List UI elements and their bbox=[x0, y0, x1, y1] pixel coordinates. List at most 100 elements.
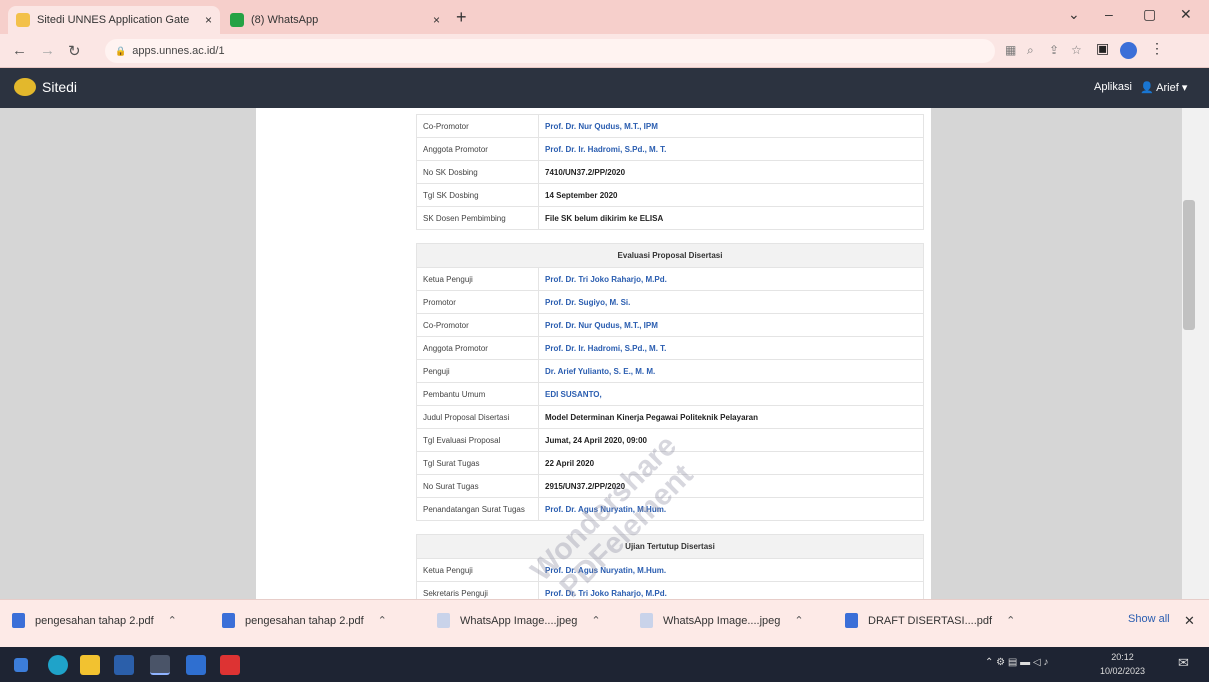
browser-tab-strip: Sitedi UNNES Application Gate × (8) What… bbox=[0, 0, 1209, 34]
detail-table: Co-Promotor Prof. Dr. Nur Qudus, M.T., IP… bbox=[416, 114, 924, 599]
field-label: Sekretaris Penguji bbox=[416, 581, 539, 599]
chevron-up-icon[interactable]: ⌃ bbox=[794, 614, 803, 627]
caret-down-icon: ▾ bbox=[1181, 82, 1188, 94]
field-label: Penguji bbox=[416, 359, 539, 383]
download-item[interactable]: WhatsApp Image....jpeg ⌃ bbox=[640, 613, 804, 628]
chevron-up-icon[interactable]: ⌃ bbox=[591, 614, 600, 627]
chevron-up-icon[interactable]: ⌃ bbox=[168, 614, 177, 627]
field-value: Jumat, 24 April 2020, 09:00 bbox=[538, 428, 924, 452]
windows-start-icon[interactable] bbox=[14, 658, 28, 672]
download-item[interactable]: DRAFT DISERTASI....pdf ⌃ bbox=[845, 613, 1015, 628]
field-value: 14 September 2020 bbox=[538, 183, 924, 207]
table-spacer bbox=[417, 230, 924, 244]
extension-icon[interactable]: ▦ bbox=[1005, 43, 1016, 57]
field-label: No SK Dosbing bbox=[416, 160, 539, 184]
table-spacer bbox=[417, 521, 924, 535]
window-close-icon[interactable]: ✕ bbox=[1180, 6, 1192, 23]
more-menu-icon[interactable]: ⋮ bbox=[1150, 40, 1164, 57]
user-icon: 👤 bbox=[1140, 82, 1154, 94]
field-label: Judul Proposal Disertasi bbox=[416, 405, 539, 429]
field-value-link[interactable]: Dr. Arief Yulianto, S. E., M. M. bbox=[538, 359, 924, 383]
field-value-link[interactable]: EDI SUSANTO, bbox=[538, 382, 924, 406]
field-value-link[interactable]: Prof. Dr. Nur Qudus, M.T., IPM bbox=[538, 114, 924, 138]
field-label: Pembantu Umum bbox=[416, 382, 539, 406]
tab-close-icon[interactable]: × bbox=[205, 13, 212, 27]
bookmark-star-icon[interactable]: ☆ bbox=[1071, 43, 1082, 57]
field-label: Tgl Surat Tugas bbox=[416, 451, 539, 475]
minimize-icon[interactable]: – bbox=[1105, 6, 1113, 22]
field-value-link[interactable]: Prof. Dr. Nur Qudus, M.T., IPM bbox=[538, 313, 924, 337]
address-toolbar: ← → ↻ 🔒 apps.unnes.ac.id/1 ▦ ⌕ ⇪ ☆ ▣ ⋮ bbox=[0, 34, 1209, 68]
show-all-link[interactable]: Show all bbox=[1128, 613, 1170, 625]
lock-icon: 🔒 bbox=[115, 45, 127, 56]
file-explorer-icon[interactable] bbox=[80, 655, 100, 675]
pdf-reader-icon[interactable] bbox=[220, 655, 240, 675]
download-filename: DRAFT DISERTASI....pdf bbox=[868, 614, 993, 627]
field-label: Promotor bbox=[416, 290, 539, 314]
table-row: Anggota Promotor Prof. Dr. Ir. Hadromi, S… bbox=[416, 137, 924, 161]
reload-icon[interactable]: ↻ bbox=[68, 42, 81, 60]
field-value-link[interactable]: Prof. Dr. Sugiyo, M. Si. bbox=[538, 290, 924, 314]
download-filename: WhatsApp Image....jpeg bbox=[460, 614, 578, 627]
file-icon bbox=[845, 613, 858, 628]
table-row: Penguji Dr. Arief Yulianto, S. E., M. M. bbox=[416, 359, 924, 383]
field-label: Ketua Penguji bbox=[416, 267, 539, 291]
download-filename: pengesahan tahap 2.pdf bbox=[245, 614, 364, 627]
section-header: Evaluasi Proposal Disertasi bbox=[416, 243, 924, 268]
sitedi-favicon-icon bbox=[16, 13, 30, 27]
field-label: Co-Promotor bbox=[416, 114, 539, 138]
tab-sitedi[interactable]: Sitedi UNNES Application Gate × bbox=[8, 6, 220, 34]
image-file-icon bbox=[640, 613, 653, 628]
download-item[interactable]: WhatsApp Image....jpeg ⌃ bbox=[437, 613, 601, 628]
page-content: Co-Promotor Prof. Dr. Nur Qudus, M.T., IP… bbox=[0, 108, 1182, 599]
notification-icon[interactable]: ✉ bbox=[1178, 655, 1189, 671]
section-title: Evaluasi Proposal Disertasi bbox=[416, 243, 924, 268]
tab-whatsapp[interactable]: (8) WhatsApp × bbox=[222, 6, 448, 34]
scrollbar-thumb[interactable] bbox=[1183, 200, 1195, 330]
download-filename: WhatsApp Image....jpeg bbox=[663, 614, 781, 627]
field-value: 7410/UN37.2/PP/2020 bbox=[538, 160, 924, 184]
field-value-link[interactable]: Prof. Dr. Ir. Hadromi, S.Pd., M. T. bbox=[538, 336, 924, 360]
menu-aplikasi[interactable]: Aplikasi bbox=[1094, 81, 1132, 93]
maximize-icon[interactable]: ▢ bbox=[1143, 6, 1156, 23]
field-value: 22 April 2020 bbox=[538, 451, 924, 475]
back-arrow-icon[interactable]: ← bbox=[12, 42, 27, 59]
field-label: Ketua Penguji bbox=[416, 558, 539, 582]
tab-close-icon[interactable]: × bbox=[433, 13, 440, 27]
share-icon[interactable]: ⇪ bbox=[1049, 43, 1059, 57]
scrollbar[interactable] bbox=[1182, 108, 1209, 599]
field-value-link[interactable]: Prof. Dr. Ir. Hadromi, S.Pd., M. T. bbox=[538, 137, 924, 161]
section-title: Ujian Tertutup Disertasi bbox=[416, 534, 924, 559]
app-navbar: Sitedi Aplikasi 👤 Arief ▾ bbox=[0, 68, 1209, 108]
close-download-bar-icon[interactable]: ✕ bbox=[1184, 613, 1195, 629]
app-icon[interactable] bbox=[186, 655, 206, 675]
download-item[interactable]: pengesahan tahap 2.pdf ⌃ bbox=[12, 613, 177, 628]
user-name: Arief bbox=[1156, 82, 1179, 94]
url-bar[interactable]: 🔒 apps.unnes.ac.id/1 bbox=[105, 39, 995, 63]
profile-avatar[interactable] bbox=[1120, 42, 1137, 59]
chevron-up-icon[interactable]: ⌃ bbox=[378, 614, 387, 627]
table-row: Judul Proposal Disertasi Model Determinan… bbox=[416, 405, 924, 429]
table-row: No SK Dosbing 7410/UN37.2/PP/2020 bbox=[416, 160, 924, 184]
chrome-icon[interactable] bbox=[150, 655, 170, 675]
tab-title: Sitedi UNNES Application Gate bbox=[37, 14, 190, 26]
user-menu[interactable]: 👤 Arief ▾ bbox=[1140, 81, 1187, 94]
system-tray-icons[interactable]: ⌃ ⚙ ▤ ▬ ◁ ♪ bbox=[985, 657, 1048, 668]
edge-icon[interactable] bbox=[48, 655, 68, 675]
field-value-link[interactable]: Prof. Dr. Tri Joko Raharjo, M.Pd. bbox=[538, 267, 924, 291]
chevron-up-icon[interactable]: ⌃ bbox=[1006, 614, 1015, 627]
brand-link[interactable]: Sitedi bbox=[14, 78, 77, 96]
new-tab-button[interactable]: + bbox=[456, 7, 467, 28]
forward-arrow-icon[interactable]: → bbox=[40, 42, 55, 59]
word-icon[interactable] bbox=[114, 655, 134, 675]
download-item[interactable]: pengesahan tahap 2.pdf ⌃ bbox=[222, 613, 387, 628]
table-row: Co-Promotor Prof. Dr. Nur Qudus, M.T., IP… bbox=[416, 313, 924, 337]
clock[interactable]: 20:12 10/02/2023 bbox=[1100, 650, 1145, 678]
brand-name: Sitedi bbox=[42, 79, 78, 95]
table-row: Promotor Prof. Dr. Sugiyo, M. Si. bbox=[416, 290, 924, 314]
tab-search-chevron-icon[interactable]: ⌄ bbox=[1068, 6, 1080, 23]
table-row: Pembantu Umum EDI SUSANTO, bbox=[416, 382, 924, 406]
zoom-icon[interactable]: ⌕ bbox=[1027, 43, 1034, 58]
url-text: apps.unnes.ac.id/1 bbox=[132, 45, 225, 57]
sidepanel-icon[interactable]: ▣ bbox=[1096, 40, 1109, 57]
